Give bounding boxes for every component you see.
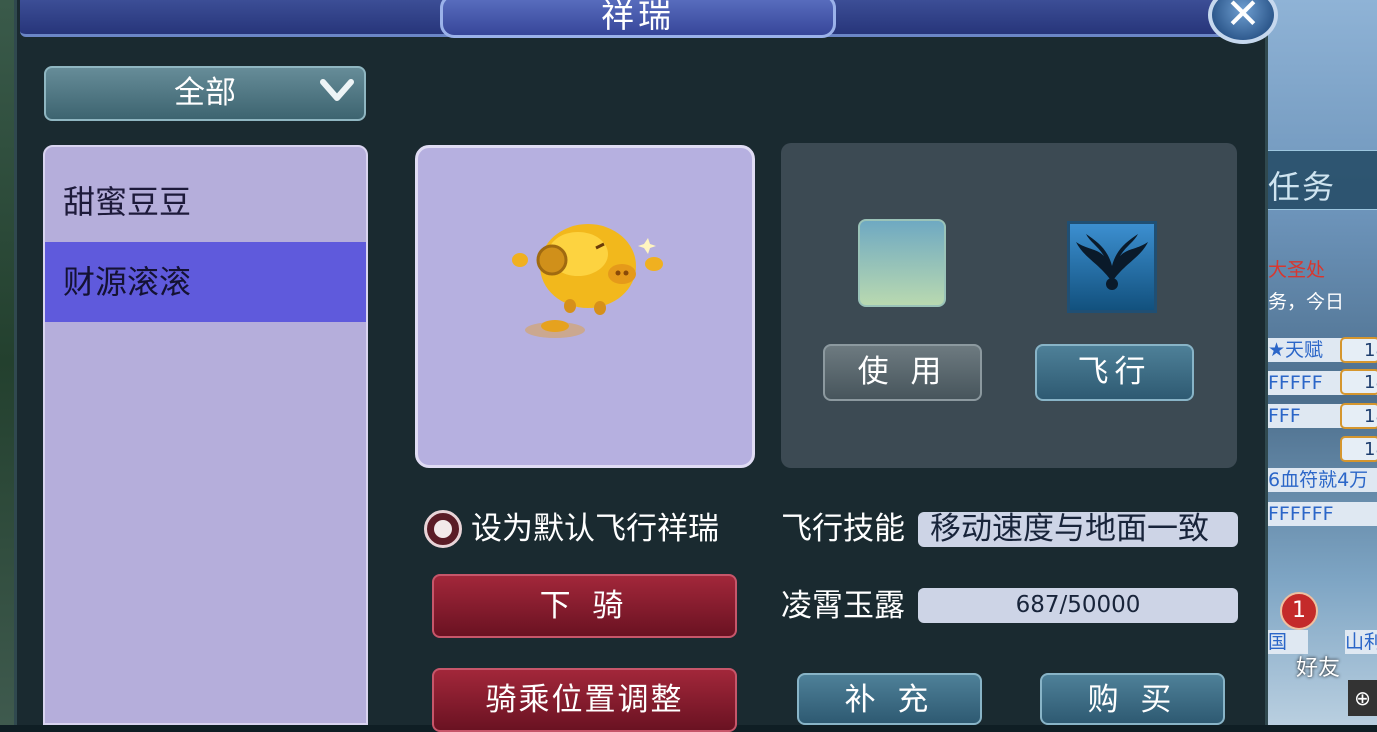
chat-line: 山利 [1345, 630, 1377, 654]
adjust-riding-position-button[interactable]: 骑乘位置调整 [432, 668, 737, 732]
dismount-button[interactable]: 下 骑 [432, 574, 737, 638]
friend-button-label[interactable]: 好友 [1296, 650, 1340, 682]
fly-button[interactable]: 飞行 [1035, 344, 1194, 401]
level-badge: 18 [1340, 436, 1377, 462]
chat-line: 6血符就4万 [1268, 468, 1377, 492]
list-item-selected[interactable]: 财源滚滚 [45, 242, 366, 322]
wing-icon [1076, 234, 1148, 290]
mount-preview [415, 145, 755, 468]
buy-button[interactable]: 购 买 [1040, 673, 1225, 725]
zoom-in-icon[interactable]: ⊕ [1348, 680, 1377, 716]
radio-dot [434, 520, 452, 538]
category-dropdown-value[interactable]: 全部 [44, 66, 366, 121]
game-background-left [0, 0, 14, 725]
chat-line: 务，今日 [1268, 291, 1345, 313]
flight-skill-label: 飞行技能 [781, 511, 905, 547]
mount-list: 甜蜜豆豆 财源滚滚 [43, 145, 368, 725]
level-badge: 18 [1340, 369, 1377, 395]
window-title: 祥瑞 [601, 0, 675, 35]
replenish-button[interactable]: 补 充 [797, 673, 982, 725]
flight-wing-slot[interactable] [1067, 221, 1157, 313]
empty-item-slot[interactable] [858, 219, 946, 307]
chevron-down-icon[interactable] [320, 76, 354, 112]
dew-value: 687/50000 [918, 588, 1238, 623]
chat-line: 大圣处 [1268, 259, 1326, 281]
list-item[interactable]: 甜蜜豆豆 [45, 162, 366, 242]
close-icon: ✕ [1225, 0, 1261, 38]
task-label: 任务 [1268, 168, 1337, 206]
friend-notification-badge[interactable]: 1 [1280, 592, 1318, 630]
flight-skill-value: 移动速度与地面一致 [918, 512, 1238, 547]
action-panel [781, 143, 1237, 468]
level-badge: 18 [1340, 403, 1377, 429]
default-flying-label[interactable]: 设为默认飞行祥瑞 [471, 508, 719, 550]
level-badge: 18 [1340, 337, 1377, 363]
use-button[interactable]: 使 用 [823, 344, 982, 401]
golden-pig-mount-image [512, 224, 663, 338]
dew-label: 凌霄玉露 [781, 588, 905, 624]
chat-line: FFFFFF [1268, 502, 1377, 526]
